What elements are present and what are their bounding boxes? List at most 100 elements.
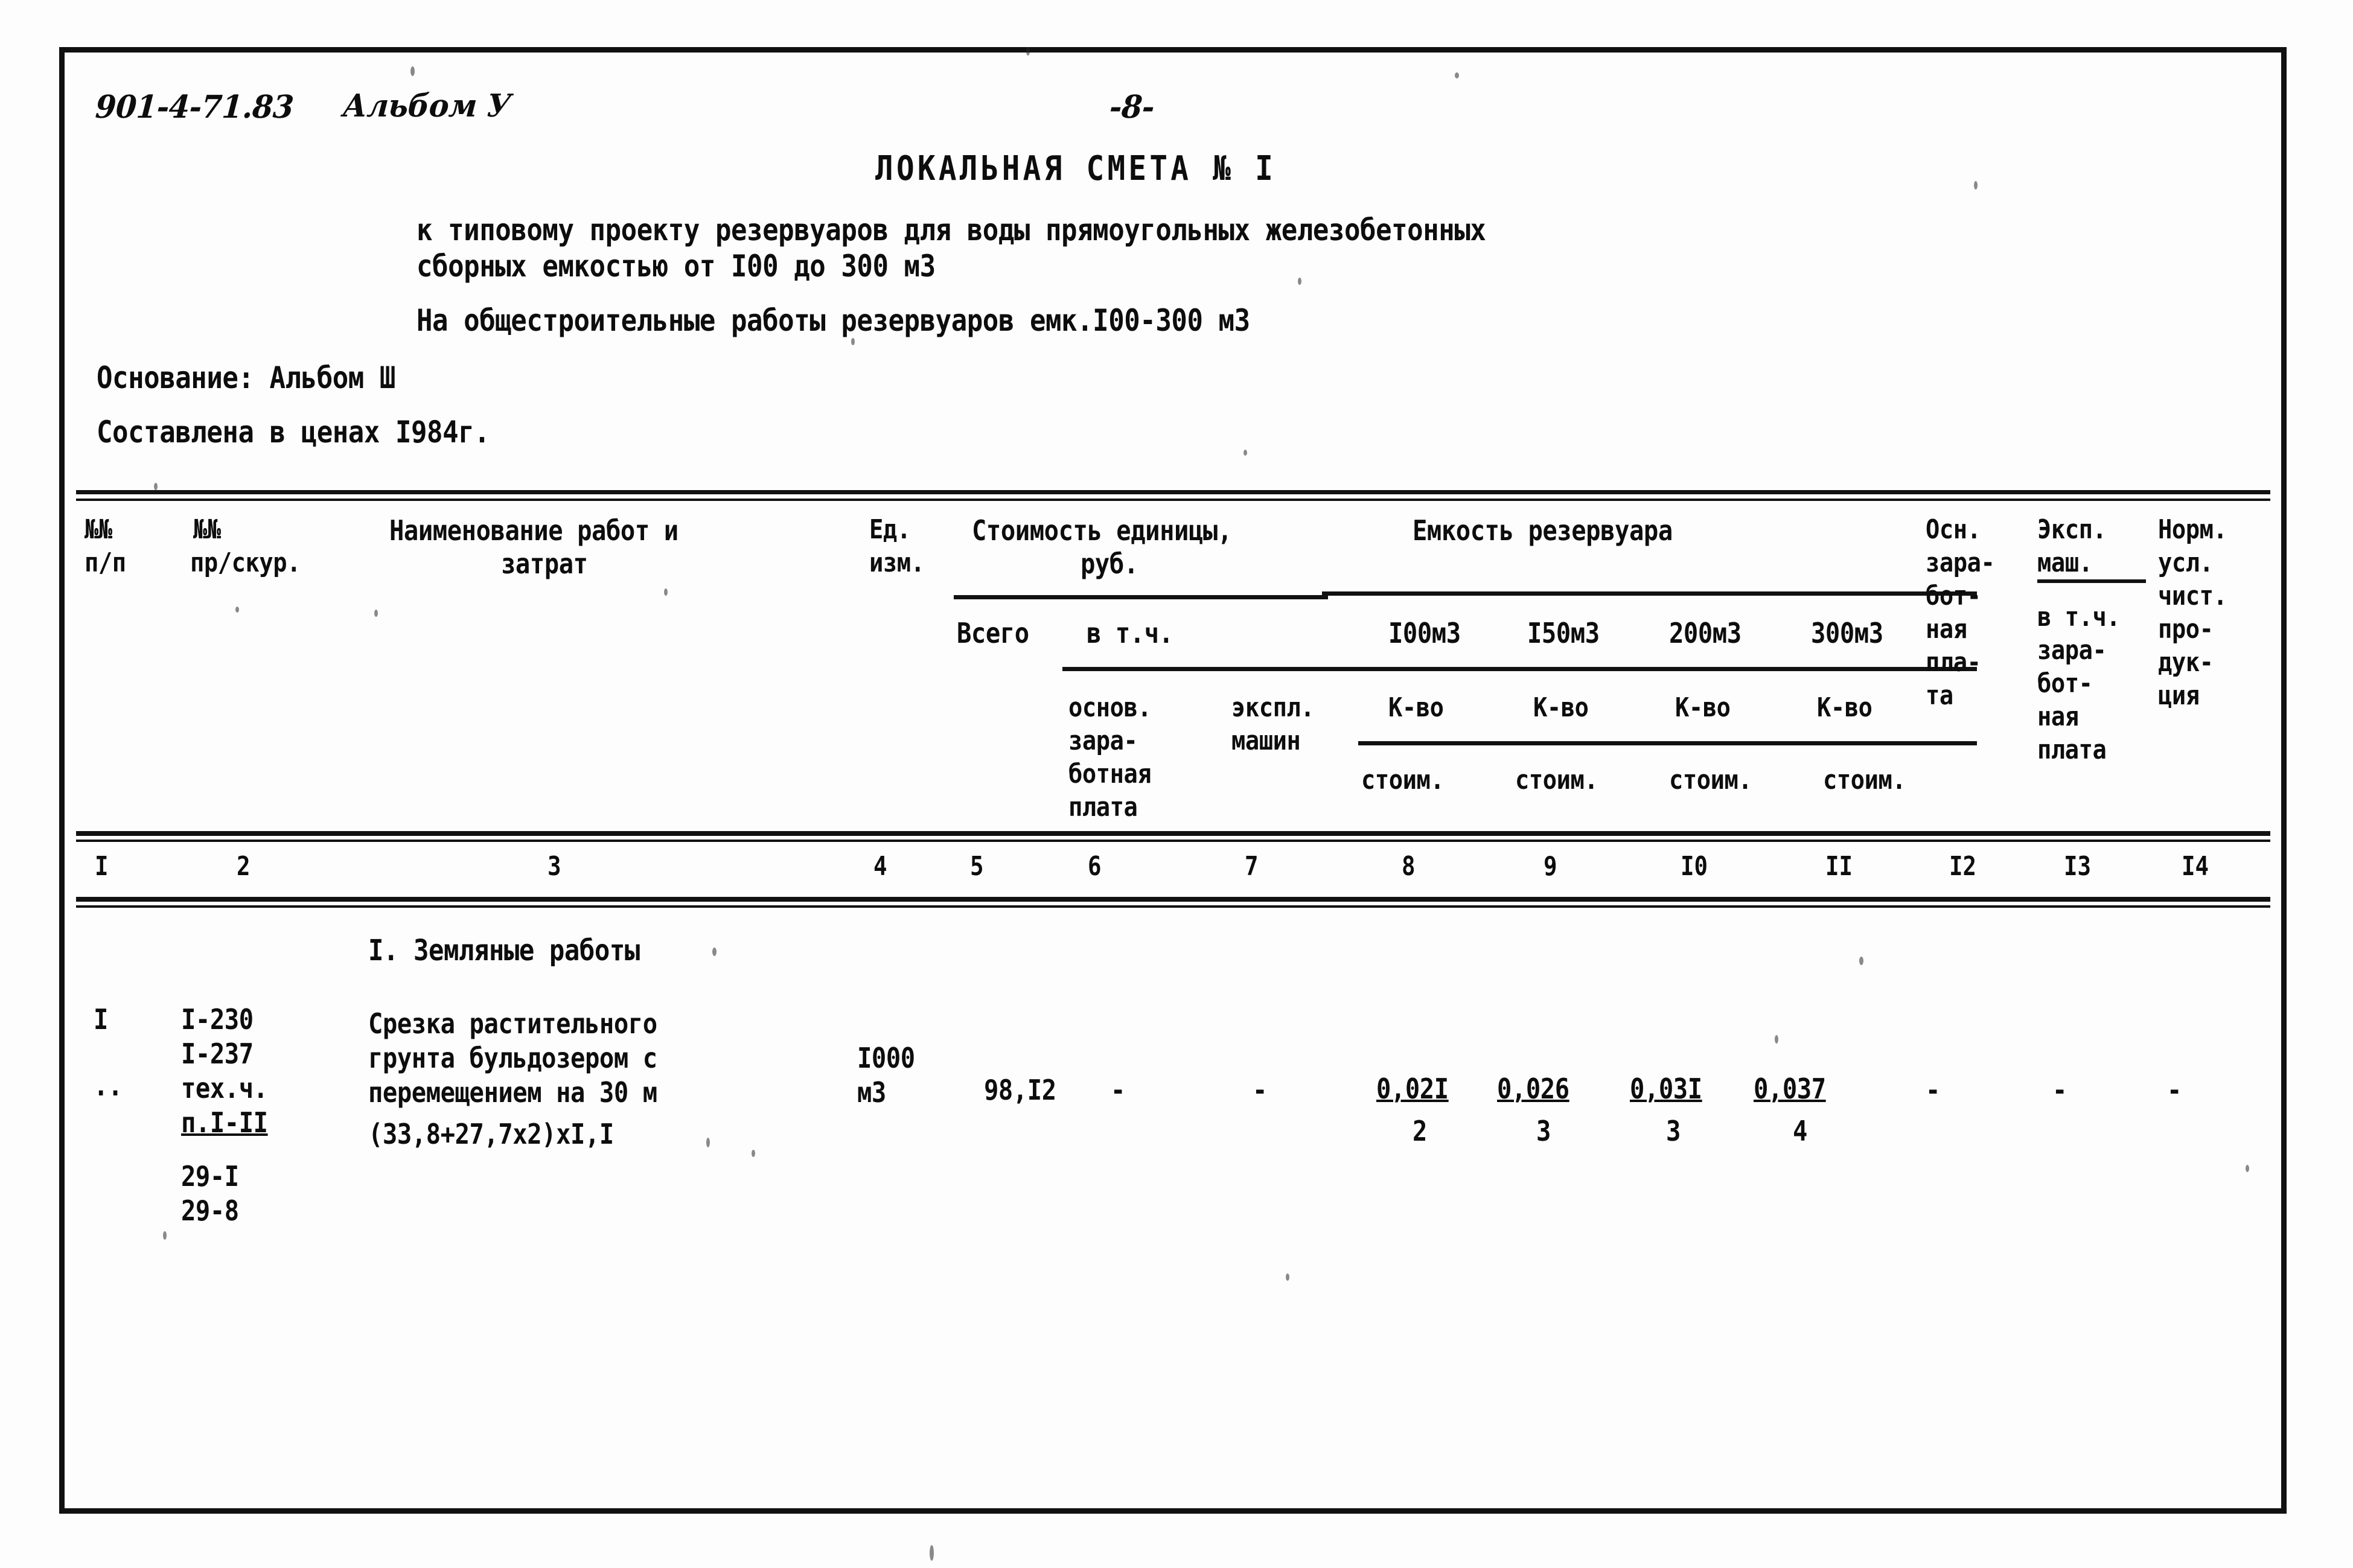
- row-capacity-100-qty: 0,02I: [1376, 1072, 1449, 1105]
- column-number-8: 8: [1401, 851, 1416, 882]
- row-code-1: I-230: [181, 1003, 254, 1036]
- album-label: Альбом У: [342, 88, 512, 124]
- row-unit-line2: м3: [857, 1076, 886, 1109]
- header-col1-line2: п/п: [85, 547, 126, 578]
- column-number-9: 9: [1543, 851, 1557, 882]
- header-col14-line4: про-: [2158, 614, 2214, 645]
- page-border-frame: [59, 47, 2287, 1514]
- inwhich-split-rule: [1062, 667, 1328, 671]
- header-basic-wage-line3: ботная: [1068, 759, 1152, 789]
- header-machines-line2: машин: [1231, 725, 1301, 756]
- column-number-7: 7: [1244, 851, 1259, 882]
- row-code-3: тех.ч.: [181, 1072, 268, 1104]
- row-description-line4: (33,8+27,7x2)xI,I: [368, 1118, 614, 1150]
- basis-line: Основание: Альбом Ш: [97, 360, 395, 395]
- table-top-rule: [76, 490, 2270, 494]
- scan-speckle: [1026, 47, 1030, 56]
- scan-speckle: [163, 1231, 167, 1240]
- column-number-12: I2: [1949, 851, 1977, 882]
- scan-speckle: [1455, 72, 1459, 78]
- column-number-2: 2: [236, 851, 251, 882]
- scan-speckle: [1859, 957, 1863, 965]
- header-col12-line4: ная: [1926, 614, 1967, 645]
- row-code-6: 29-8: [181, 1194, 239, 1227]
- header-col12-line5: пла-: [1926, 647, 1981, 678]
- section-title-earthworks: I. Земляные работы: [368, 934, 640, 967]
- scan-speckle: [712, 948, 717, 956]
- column-number-6: 6: [1087, 851, 1102, 882]
- colnum-bottom-rule-2: [76, 905, 2270, 908]
- row-unit-line1: I000: [857, 1042, 915, 1074]
- row-capacity-300-qty: 0,037: [1754, 1072, 1826, 1105]
- row-col13-value: -: [2052, 1074, 2067, 1106]
- machine-underline-rule: [2037, 579, 2146, 583]
- scan-speckle: [154, 483, 158, 490]
- header-cost-100: стоим.: [1361, 765, 1445, 795]
- row-code-4: п.I-II: [181, 1106, 268, 1139]
- scan-speckle: [235, 607, 239, 613]
- capacity-values-rule: [1322, 667, 1977, 671]
- cost-group-rule: [954, 595, 1328, 599]
- header-col13-line3: в т.ч.: [2037, 602, 2121, 633]
- page-number: -8-: [1108, 89, 1156, 126]
- row-col12-value: -: [1926, 1074, 1940, 1106]
- row-basic-wage: -: [1111, 1074, 1125, 1106]
- header-col3-line2: затрат: [501, 547, 588, 580]
- qty-cost-rule: [1358, 741, 1977, 745]
- header-qty-150: К-во: [1533, 692, 1589, 723]
- header-in-which: в т.ч.: [1087, 617, 1173, 649]
- document-title: ЛОКАЛЬНАЯ СМЕТА № I: [875, 149, 1277, 188]
- column-number-1: I: [94, 851, 109, 882]
- header-col12-line1: Осн.: [1926, 514, 1981, 545]
- document-page: 901-4-71.83 Альбом У -8- ЛОКАЛЬНАЯ СМЕТА…: [0, 0, 2353, 1568]
- header-col14-line5: дук-: [2158, 647, 2214, 678]
- row-code-5: 29-I: [181, 1160, 239, 1193]
- row-description-line1: Срезка растительного: [368, 1007, 657, 1040]
- header-machines-line1: экспл.: [1231, 692, 1315, 723]
- scan-speckle: [410, 66, 415, 76]
- header-capacity-200: 200м3: [1669, 617, 1742, 649]
- row-col14-value: -: [2167, 1074, 2182, 1106]
- scan-speckle: [1974, 181, 1978, 190]
- header-col14-line1: Норм.: [2158, 514, 2227, 545]
- column-number-3: 3: [547, 851, 561, 882]
- header-col12-line2: зара-: [1926, 547, 1995, 578]
- header-col1-line1: №№: [85, 514, 112, 545]
- header-total: Всего: [957, 617, 1029, 649]
- scan-speckle: [930, 1545, 934, 1561]
- row-description-line3: перемещением на 30 м: [368, 1076, 657, 1109]
- header-capacity-100: I00м3: [1388, 617, 1461, 649]
- row-total-cost: 98,I2: [984, 1074, 1056, 1106]
- header-col4-line2: изм.: [869, 547, 925, 578]
- header-capacity-group: Емкость резервуара: [1413, 514, 1673, 547]
- row-capacity-150-qty: 0,026: [1497, 1072, 1569, 1105]
- header-col4-line1: Ед.: [869, 514, 911, 545]
- header-col13-line1: Эксп.: [2037, 514, 2107, 545]
- header-col14-line3: чист.: [2158, 581, 2227, 611]
- row-number-continuation: ..: [94, 1069, 123, 1102]
- header-col12-line6: та: [1926, 680, 1953, 711]
- scan-speckle: [374, 610, 378, 617]
- scan-speckle: [752, 1150, 755, 1157]
- header-qty-200: К-во: [1675, 692, 1731, 723]
- scan-speckle: [1298, 278, 1301, 285]
- row-description-line2: грунта бульдозером с: [368, 1042, 657, 1074]
- scan-speckle: [1775, 1035, 1778, 1044]
- header-qty-300: К-во: [1817, 692, 1873, 723]
- header-col13-line4: зара-: [2037, 635, 2107, 666]
- header-col12-line3: бот-: [1926, 581, 1981, 611]
- scan-speckle: [706, 1138, 710, 1147]
- header-col2-line1: №№: [193, 514, 221, 545]
- header-col14-line6: ция: [2158, 680, 2200, 711]
- scan-speckle: [1286, 1273, 1289, 1281]
- row-capacity-300-cost: 4: [1793, 1115, 1807, 1147]
- header-col14-line2: усл.: [2158, 547, 2214, 578]
- header-qty-100: К-во: [1388, 692, 1444, 723]
- header-cost-group-line1: Стоимость единицы,: [972, 514, 1232, 547]
- header-cost-150: стоим.: [1515, 765, 1598, 795]
- scan-speckle: [664, 588, 668, 596]
- header-col13-line5: бот-: [2037, 668, 2093, 699]
- scan-speckle: [2246, 1165, 2249, 1172]
- scan-speckle: [1244, 450, 1247, 456]
- column-number-4: 4: [873, 851, 887, 882]
